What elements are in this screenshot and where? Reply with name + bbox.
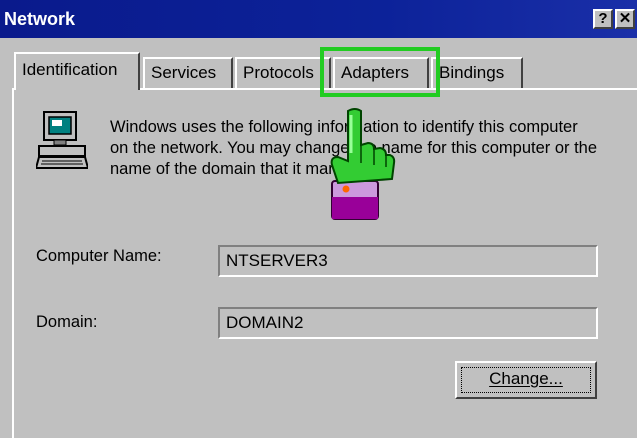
network-dialog: Network ? ✕ Identification Services Prot… [0, 0, 637, 438]
pointing-hand-cursor-icon [330, 108, 396, 220]
window-title: Network [4, 9, 76, 29]
adapters-tab-highlight [320, 47, 440, 97]
computer-name-label: Computer Name: [36, 247, 162, 265]
change-button[interactable]: Change... [455, 361, 597, 399]
tab-protocols[interactable]: Protocols [235, 57, 331, 89]
tab-bindings[interactable]: Bindings [431, 57, 523, 89]
title-bar: Network ? ✕ [0, 0, 637, 38]
domain-label: Domain: [36, 313, 98, 331]
help-button[interactable]: ? [593, 9, 613, 29]
computer-icon [36, 111, 88, 169]
domain-field: DOMAIN2 [218, 307, 598, 339]
close-button[interactable]: ✕ [615, 9, 635, 29]
change-button-label: Change... [489, 369, 563, 388]
computer-name-field: NTSERVER3 [218, 245, 598, 277]
tab-identification[interactable]: Identification [14, 52, 140, 90]
tab-services[interactable]: Services [143, 57, 233, 89]
